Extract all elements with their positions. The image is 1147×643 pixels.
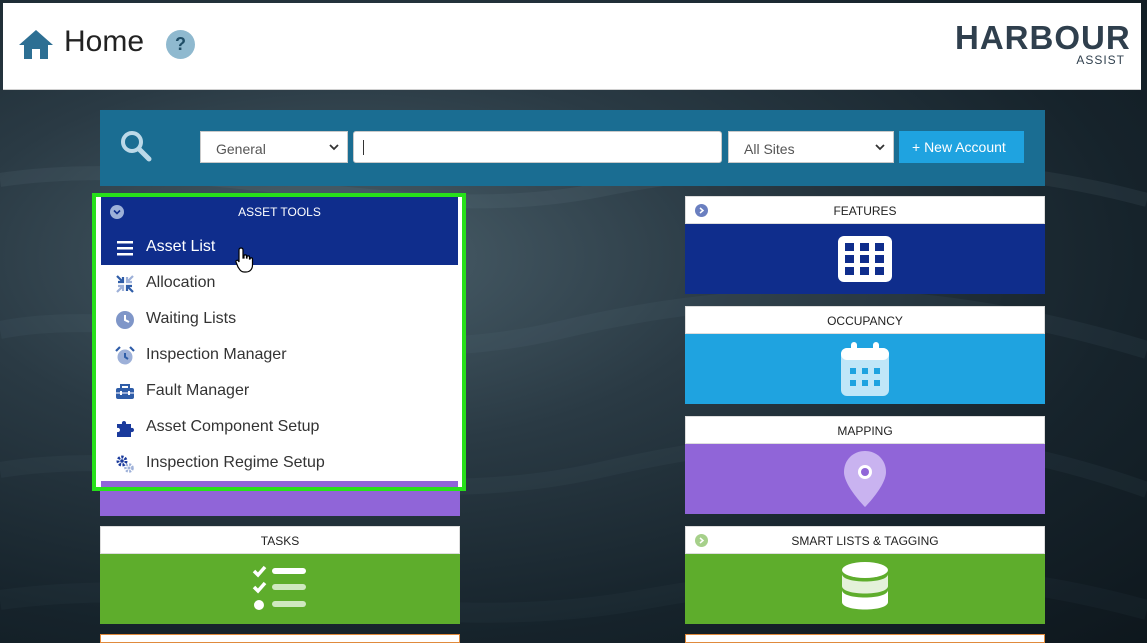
menu-item-asset-list[interactable]: Asset List (101, 229, 458, 265)
search-bar: General All Sites + New Account (100, 110, 1045, 186)
category-select-value: General (216, 141, 266, 157)
page-header: Home ? HARBOUR ASSIST (3, 3, 1141, 90)
menu-item-label: Asset Component Setup (146, 418, 320, 435)
category-select[interactable]: General (200, 131, 348, 163)
page-title: Home (64, 25, 145, 58)
menu-item-inspection-regime-setup[interactable]: Inspection Regime Setup (101, 445, 458, 481)
menu-item-label: Waiting Lists (146, 310, 237, 327)
grid-icon (838, 236, 892, 282)
tile-occupancy[interactable]: OCCUPANCY (685, 306, 1045, 404)
harbour-assist-logo: HARBOUR ASSIST (955, 19, 1131, 71)
tile-next-left[interactable] (100, 634, 460, 643)
alarm-clock-icon (115, 346, 135, 365)
menu-item-fault-manager[interactable]: Fault Manager (101, 373, 458, 409)
map-pin-icon (844, 451, 886, 507)
calendar-icon (841, 342, 889, 396)
tile-smart-lists[interactable]: SMART LISTS & TAGGING (685, 526, 1045, 624)
tile-tasks-body (100, 554, 460, 624)
menu-item-inspection-manager[interactable]: Inspection Manager (101, 337, 458, 373)
clock-icon (116, 311, 134, 329)
help-icon[interactable]: ? (166, 30, 195, 59)
tile-tasks-title: TASKS (100, 526, 460, 554)
logo-main-text: HARBOUR (955, 19, 1131, 56)
chevron-right-icon[interactable] (695, 204, 708, 217)
search-icon[interactable] (120, 130, 152, 162)
tile-mapping-title: MAPPING (685, 416, 1045, 444)
asset-tools-panel: ASSET TOOLS Asset List Allocation Waitin… (92, 193, 466, 491)
hand-cursor-icon (235, 247, 254, 273)
tile-features-title: FEATURES (833, 204, 897, 218)
tile-smart-lists-body (685, 554, 1045, 624)
text-caret (363, 140, 364, 155)
site-select-value: All Sites (744, 141, 795, 157)
hamburger-icon (117, 241, 133, 256)
database-icon (842, 562, 888, 610)
tile-mapping[interactable]: MAPPING (685, 416, 1045, 514)
chevron-down-icon[interactable] (110, 205, 124, 219)
panel-bottom-strip (101, 481, 458, 487)
tile-features-header: FEATURES (685, 196, 1045, 224)
menu-item-label: Inspection Regime Setup (146, 454, 325, 471)
chevron-down-icon (875, 144, 885, 151)
tile-occupancy-body (685, 334, 1045, 404)
chevron-right-icon[interactable] (695, 534, 708, 547)
menu-item-asset-component-setup[interactable]: Asset Component Setup (101, 409, 458, 445)
asset-tools-title: ASSET TOOLS (238, 205, 321, 219)
tile-tasks[interactable]: TASKS (100, 526, 460, 624)
puzzle-icon (117, 421, 134, 437)
tile-mapping-body (685, 444, 1045, 514)
menu-item-allocation[interactable]: Allocation (101, 265, 458, 301)
menu-item-label: Inspection Manager (146, 346, 287, 363)
site-select[interactable]: All Sites (728, 131, 894, 163)
new-account-button[interactable]: + New Account (899, 131, 1024, 163)
menu-item-waiting-lists[interactable]: Waiting Lists (101, 301, 458, 337)
home-icon[interactable] (17, 27, 55, 61)
task-list-icon (252, 565, 306, 610)
tile-features-body (685, 224, 1045, 294)
tile-smart-lists-title: SMART LISTS & TAGGING (791, 534, 939, 548)
search-input[interactable] (353, 131, 722, 163)
cogs-icon (116, 455, 134, 473)
chevron-down-icon (329, 144, 339, 151)
menu-item-label: Asset List (146, 238, 216, 255)
tile-occupancy-title: OCCUPANCY (685, 306, 1045, 334)
asset-tools-header[interactable]: ASSET TOOLS (101, 197, 458, 229)
menu-item-label: Fault Manager (146, 382, 250, 399)
menu-item-label: Allocation (146, 274, 216, 291)
tile-smart-lists-header: SMART LISTS & TAGGING (685, 526, 1045, 554)
compress-arrows-icon (116, 275, 134, 293)
tile-features[interactable]: FEATURES (685, 196, 1045, 294)
tile-next-right[interactable] (685, 634, 1045, 643)
toolbox-icon (116, 384, 134, 399)
